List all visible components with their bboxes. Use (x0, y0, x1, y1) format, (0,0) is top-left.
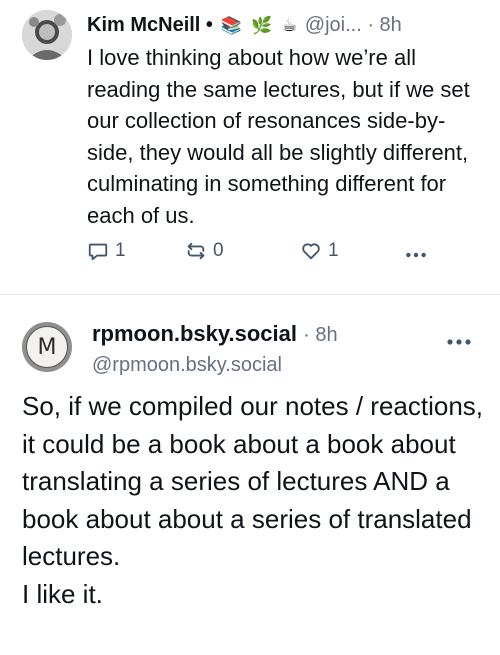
reply-icon (88, 243, 108, 261)
name-separator-dot: • (205, 14, 213, 36)
author-name[interactable]: rpmoon.bsky.social (92, 321, 297, 346)
books-emoji: 📚 (220, 16, 242, 36)
post-text: So, if we compiled our notes / reactions… (22, 388, 492, 613)
heart-icon (302, 243, 320, 260)
avatar[interactable]: M (22, 322, 72, 372)
avatar-letter: M (26, 326, 68, 368)
repost-icon (187, 242, 205, 260)
more-icon (406, 252, 426, 258)
more-options-button[interactable] (446, 333, 472, 351)
like-count: 1 (328, 240, 339, 261)
like-button[interactable]: 1 (300, 240, 339, 262)
post-actions: 1 0 1 (87, 240, 440, 270)
author-handle[interactable]: @rpmoon.bsky.social (92, 352, 282, 378)
avatar[interactable] (22, 10, 72, 60)
post-text-paragraph: I like it. (22, 578, 103, 609)
more-options-button[interactable] (405, 244, 433, 266)
author-handle[interactable]: @joi... (305, 14, 362, 36)
reply-count: 1 (115, 240, 126, 261)
coffee-emoji: ☕ (281, 16, 298, 36)
repost-button[interactable]: 0 (185, 240, 224, 262)
post-time: · 8h (367, 14, 402, 36)
post-kim-mcneill[interactable]: Kim McNeill • 📚 🌿 ☕ @joi... · 8h I love … (0, 0, 500, 294)
post-text: I love thinking about how we’re all read… (87, 45, 470, 228)
post-text-paragraph: So, if we compiled our notes / reactions… (22, 391, 484, 571)
post-time: · 8h (303, 324, 338, 346)
repost-count: 0 (213, 240, 224, 261)
post-rpmoon[interactable]: M rpmoon.bsky.social · 8h @rpmoon.bsky.s… (0, 295, 500, 655)
herb-emoji: 🌿 (251, 16, 273, 36)
post-header: Kim McNeill • 📚 🌿 ☕ @joi... · 8h (87, 12, 486, 39)
author-name[interactable]: Kim McNeill (87, 14, 200, 36)
post-header: rpmoon.bsky.social · 8h (92, 320, 338, 349)
more-icon (447, 339, 471, 345)
reply-button[interactable]: 1 (87, 240, 126, 262)
